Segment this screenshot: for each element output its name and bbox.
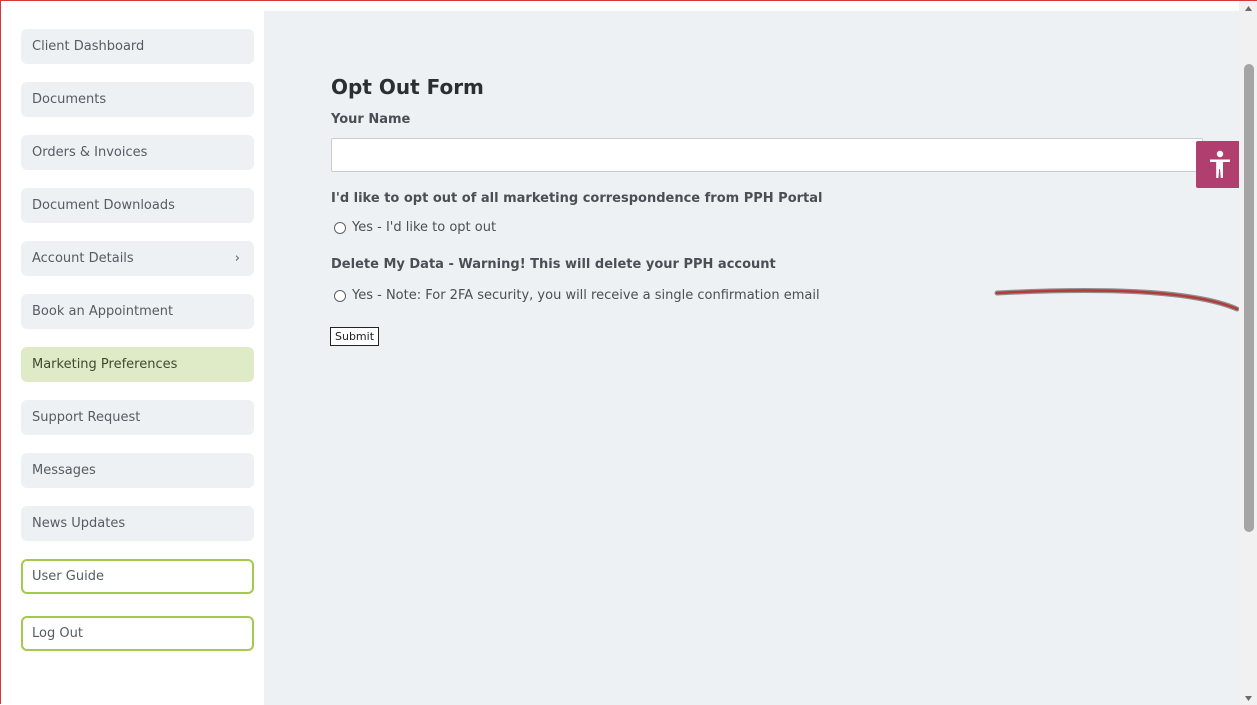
- scroll-up-arrow-icon[interactable]: [1239, 1, 1257, 15]
- sidebar-item-client-dashboard[interactable]: Client Dashboard: [21, 29, 254, 64]
- accessibility-icon: [1209, 150, 1230, 178]
- sidebar-item-orders-invoices[interactable]: Orders & Invoices: [21, 135, 254, 170]
- your-name-input[interactable]: [331, 138, 1203, 172]
- sidebar-item-label: Log Out: [32, 626, 83, 641]
- sidebar-item-book-appointment[interactable]: Book an Appointment: [21, 294, 254, 329]
- sidebar-item-documents[interactable]: Documents: [21, 82, 254, 117]
- vertical-scrollbar[interactable]: [1239, 1, 1257, 705]
- chevron-right-icon: ›: [234, 251, 240, 266]
- sidebar-item-support-request[interactable]: Support Request: [21, 400, 254, 435]
- sidebar-item-label: News Updates: [32, 516, 126, 531]
- sidebar-item-label: Marketing Preferences: [32, 357, 178, 372]
- delete-data-question: Delete My Data - Warning! This will dele…: [331, 257, 776, 272]
- form-title: Opt Out Form: [331, 75, 484, 99]
- sidebar-item-user-guide[interactable]: User Guide: [21, 559, 254, 594]
- marketing-optout-question: I'd like to opt out of all marketing cor…: [331, 191, 823, 206]
- accessibility-button[interactable]: [1196, 141, 1243, 188]
- sidebar-item-label: Support Request: [32, 410, 141, 425]
- marketing-optout-radio[interactable]: [334, 221, 346, 234]
- sidebar-item-label: User Guide: [32, 569, 104, 584]
- delete-data-radio[interactable]: [334, 289, 346, 302]
- sidebar-item-label: Client Dashboard: [32, 39, 145, 54]
- sidebar-item-label: Document Downloads: [32, 198, 175, 213]
- sidebar-item-log-out[interactable]: Log Out: [21, 616, 254, 651]
- marketing-optout-option[interactable]: Yes - I'd like to opt out: [334, 220, 496, 235]
- sidebar-item-account-details[interactable]: Account Details ›: [21, 241, 254, 276]
- sidebar-item-label: Documents: [32, 92, 107, 107]
- sidebar-item-document-downloads[interactable]: Document Downloads: [21, 188, 254, 223]
- browser-frame: Client Dashboard Documents Orders & Invo…: [0, 0, 1257, 705]
- sidebar-item-marketing-preferences[interactable]: Marketing Preferences: [21, 347, 254, 382]
- your-name-label: Your Name: [331, 112, 411, 127]
- delete-data-option[interactable]: Yes - Note: For 2FA security, you will r…: [334, 288, 820, 303]
- sidebar-item-messages[interactable]: Messages: [21, 453, 254, 488]
- sidebar-item-label: Messages: [32, 463, 96, 478]
- sidebar-item-news-updates[interactable]: News Updates: [21, 506, 254, 541]
- marketing-optout-option-label: Yes - I'd like to opt out: [352, 220, 497, 235]
- delete-data-option-label: Yes - Note: For 2FA security, you will r…: [352, 288, 820, 303]
- sidebar-item-label: Account Details: [32, 251, 134, 266]
- scroll-down-arrow-icon[interactable]: [1239, 691, 1257, 705]
- submit-button[interactable]: Submit: [330, 327, 380, 346]
- scrollbar-thumb[interactable]: [1244, 64, 1254, 532]
- sidebar-item-label: Orders & Invoices: [32, 145, 148, 160]
- main-content: Opt Out Form Your Name I'd like to opt o…: [264, 11, 1239, 705]
- sidebar-item-label: Book an Appointment: [32, 304, 174, 319]
